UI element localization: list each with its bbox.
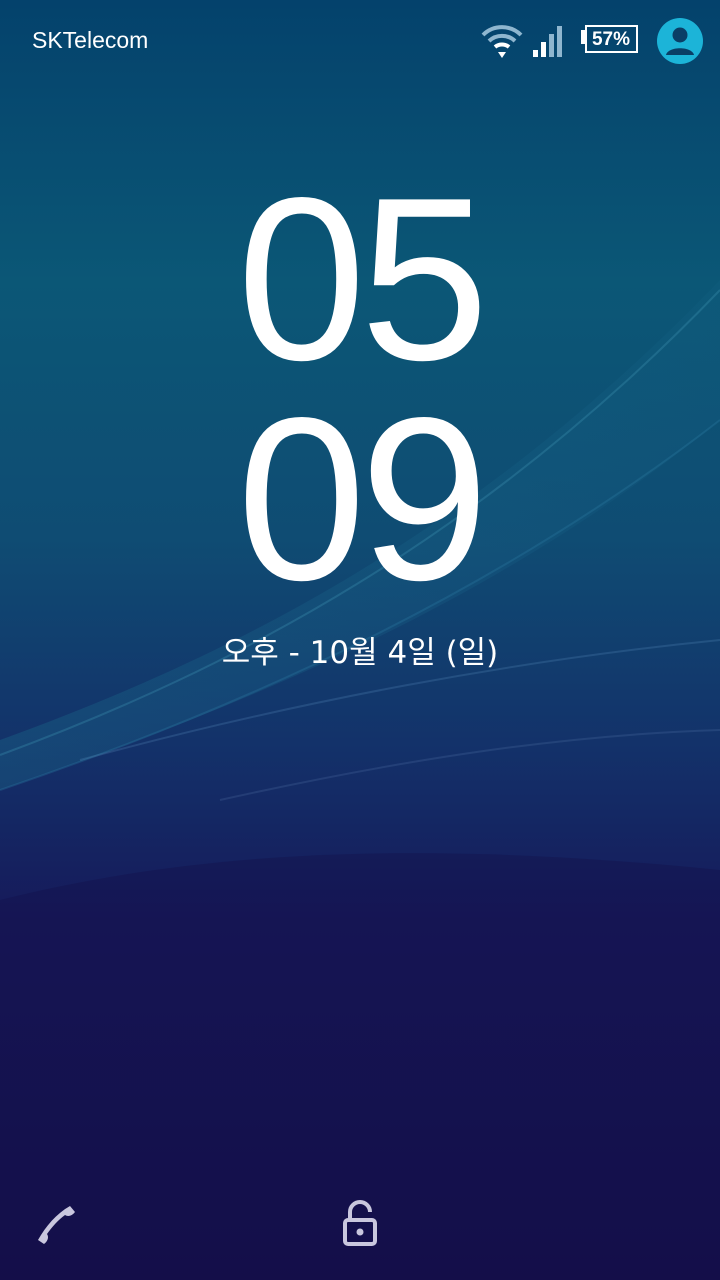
clock-hours: 05	[236, 150, 489, 409]
status-bar: SKTelecom 57%	[0, 0, 720, 80]
unlock-icon[interactable]	[334, 1196, 386, 1252]
date-text: 오후 - 10월 4일 (일)	[221, 635, 499, 671]
phone-icon[interactable]	[30, 1196, 84, 1250]
battery-percent: 57%	[591, 29, 631, 50]
carrier-name: SKTelecom	[32, 27, 149, 53]
clock-minutes: 09	[236, 370, 489, 629]
user-avatar-icon[interactable]	[656, 17, 704, 65]
signal-icon	[533, 26, 562, 57]
wifi-icon	[481, 25, 523, 58]
lock-screen[interactable]: SKTelecom 57% 05 09 오후 - 10월 4일 (일)	[0, 0, 720, 1280]
